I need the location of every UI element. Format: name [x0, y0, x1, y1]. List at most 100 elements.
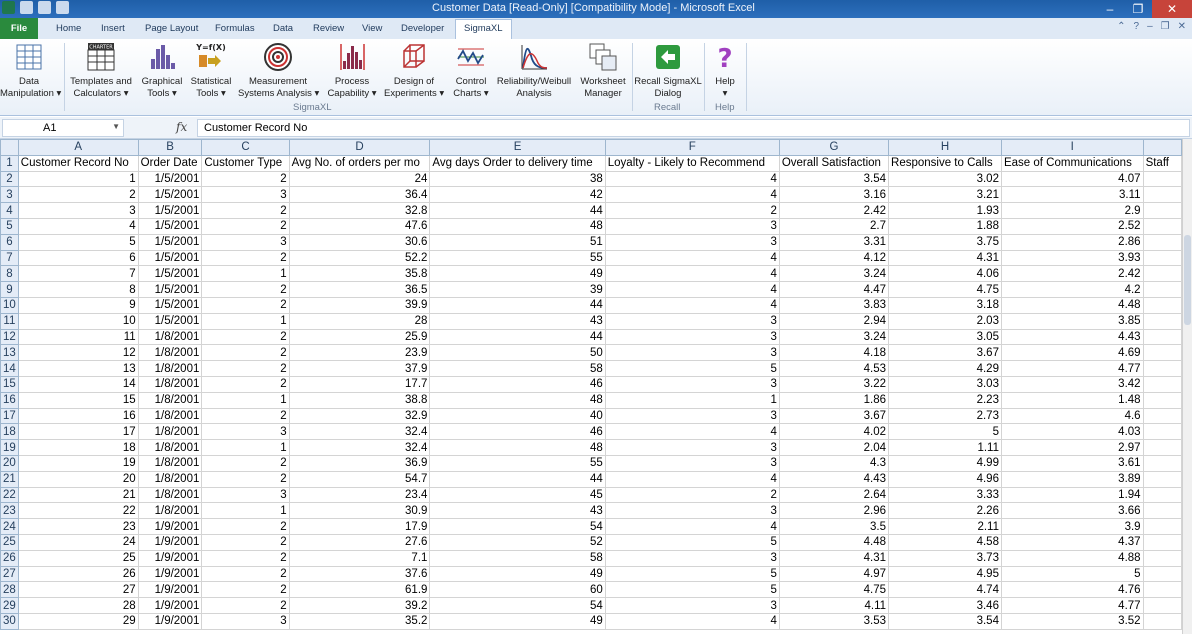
table-cell[interactable]: 30.6: [288, 233, 431, 251]
table-cell[interactable]: 3: [604, 328, 780, 346]
table-cell[interactable]: 4.69: [1000, 344, 1144, 362]
table-cell[interactable]: 16: [17, 407, 139, 425]
table-cell[interactable]: 1/9/2001: [137, 581, 203, 599]
table-cell[interactable]: 1/9/2001: [137, 597, 203, 614]
table-cell[interactable]: [1142, 296, 1182, 314]
table-cell[interactable]: 2: [201, 344, 290, 362]
table-cell[interactable]: 3: [604, 375, 780, 393]
table-cell[interactable]: [1142, 170, 1182, 188]
column-header[interactable]: E: [429, 139, 606, 156]
row-header[interactable]: 1: [0, 154, 19, 172]
table-cell[interactable]: 4: [604, 470, 780, 488]
table-cell[interactable]: 4.48: [1000, 296, 1144, 314]
close-button[interactable]: ✕: [1152, 0, 1192, 18]
table-cell[interactable]: 18: [17, 439, 139, 456]
table-cell[interactable]: 4.2: [1000, 281, 1144, 298]
table-cell[interactable]: 52: [429, 533, 606, 551]
table-cell[interactable]: 1/8/2001: [137, 454, 203, 472]
table-cell[interactable]: 4.31: [778, 549, 890, 567]
table-cell[interactable]: 2.96: [778, 502, 890, 520]
header-cell[interactable]: Loyalty - Likely to Recommend: [604, 154, 780, 172]
table-cell[interactable]: 4.6: [1000, 407, 1144, 425]
table-cell[interactable]: 1/8/2001: [137, 328, 203, 346]
table-cell[interactable]: 4.47: [778, 281, 890, 298]
control-charts-button[interactable]: Control Charts ▾: [450, 41, 492, 100]
table-cell[interactable]: [1142, 439, 1182, 456]
table-cell[interactable]: 2.23: [888, 391, 1002, 409]
header-cell[interactable]: Overall Satisfaction: [778, 154, 890, 172]
tab-review[interactable]: Review: [313, 23, 344, 34]
table-cell[interactable]: 3: [201, 612, 290, 630]
table-cell[interactable]: [1142, 281, 1182, 298]
table-cell[interactable]: 44: [429, 296, 606, 314]
table-cell[interactable]: 3.24: [778, 328, 890, 346]
table-cell[interactable]: 1/8/2001: [137, 486, 203, 504]
table-cell[interactable]: 23.9: [288, 344, 431, 362]
design-of-experiments-button[interactable]: Design of Experiments ▾: [384, 41, 444, 100]
table-cell[interactable]: [1142, 486, 1182, 504]
table-cell[interactable]: 3.5: [778, 518, 890, 535]
table-cell[interactable]: 4: [17, 217, 139, 235]
table-cell[interactable]: 4.97: [778, 565, 890, 583]
table-cell[interactable]: 2: [201, 470, 290, 488]
table-cell[interactable]: 27.6: [288, 533, 431, 551]
table-cell[interactable]: 2.42: [1000, 265, 1144, 283]
table-cell[interactable]: 6: [17, 249, 139, 267]
table-cell[interactable]: 17.9: [288, 518, 431, 535]
ribbon-minimize-icon[interactable]: ⌃: [1117, 21, 1125, 32]
table-cell[interactable]: 38: [429, 170, 606, 188]
table-cell[interactable]: [1142, 344, 1182, 362]
table-cell[interactable]: 1: [604, 391, 780, 409]
table-cell[interactable]: 4.77: [1000, 597, 1144, 614]
reliability-weibull-button[interactable]: Reliability/Weibull Analysis: [496, 41, 572, 100]
table-cell[interactable]: 2.11: [888, 518, 1002, 535]
table-cell[interactable]: 39.2: [288, 597, 431, 614]
table-cell[interactable]: 2: [604, 202, 780, 219]
table-cell[interactable]: 1/5/2001: [137, 233, 203, 251]
header-cell[interactable]: Order Date: [137, 154, 203, 172]
redo-icon[interactable]: [56, 1, 69, 14]
row-header[interactable]: 14: [0, 360, 19, 377]
table-cell[interactable]: 55: [429, 249, 606, 267]
tab-file[interactable]: File: [0, 18, 38, 39]
table-cell[interactable]: 54.7: [288, 470, 431, 488]
row-header[interactable]: 16: [0, 391, 19, 409]
row-header[interactable]: 28: [0, 581, 19, 599]
save-icon[interactable]: [20, 1, 33, 14]
maximize-button[interactable]: ❐: [1124, 0, 1152, 18]
row-header[interactable]: 17: [0, 407, 19, 425]
table-cell[interactable]: 1/5/2001: [137, 202, 203, 219]
table-cell[interactable]: 3.73: [888, 549, 1002, 567]
table-cell[interactable]: 55: [429, 454, 606, 472]
table-cell[interactable]: 46: [429, 375, 606, 393]
row-header[interactable]: 13: [0, 344, 19, 362]
table-cell[interactable]: 1: [17, 170, 139, 188]
row-header[interactable]: 20: [0, 454, 19, 472]
table-cell[interactable]: [1142, 581, 1182, 599]
row-header[interactable]: 10: [0, 296, 19, 314]
table-cell[interactable]: 14: [17, 375, 139, 393]
table-cell[interactable]: 7.1: [288, 549, 431, 567]
table-cell[interactable]: 44: [429, 470, 606, 488]
table-cell[interactable]: 2.9: [1000, 202, 1144, 219]
table-cell[interactable]: 49: [429, 565, 606, 583]
table-cell[interactable]: 47.6: [288, 217, 431, 235]
table-cell[interactable]: [1142, 407, 1182, 425]
table-cell[interactable]: 1: [201, 312, 290, 330]
table-cell[interactable]: [1142, 217, 1182, 235]
row-header[interactable]: 6: [0, 233, 19, 251]
table-cell[interactable]: 32.9: [288, 407, 431, 425]
table-cell[interactable]: 2: [201, 597, 290, 614]
table-cell[interactable]: 61.9: [288, 581, 431, 599]
table-cell[interactable]: 1/5/2001: [137, 281, 203, 298]
table-cell[interactable]: 24: [288, 170, 431, 188]
table-cell[interactable]: 1: [201, 502, 290, 520]
table-cell[interactable]: 48: [429, 391, 606, 409]
table-cell[interactable]: 4: [604, 423, 780, 441]
table-cell[interactable]: 1/8/2001: [137, 423, 203, 441]
row-header[interactable]: 30: [0, 612, 19, 630]
column-header[interactable]: [1142, 139, 1182, 156]
tab-view[interactable]: View: [362, 23, 382, 34]
table-cell[interactable]: 3.33: [888, 486, 1002, 504]
table-cell[interactable]: 4.06: [888, 265, 1002, 283]
